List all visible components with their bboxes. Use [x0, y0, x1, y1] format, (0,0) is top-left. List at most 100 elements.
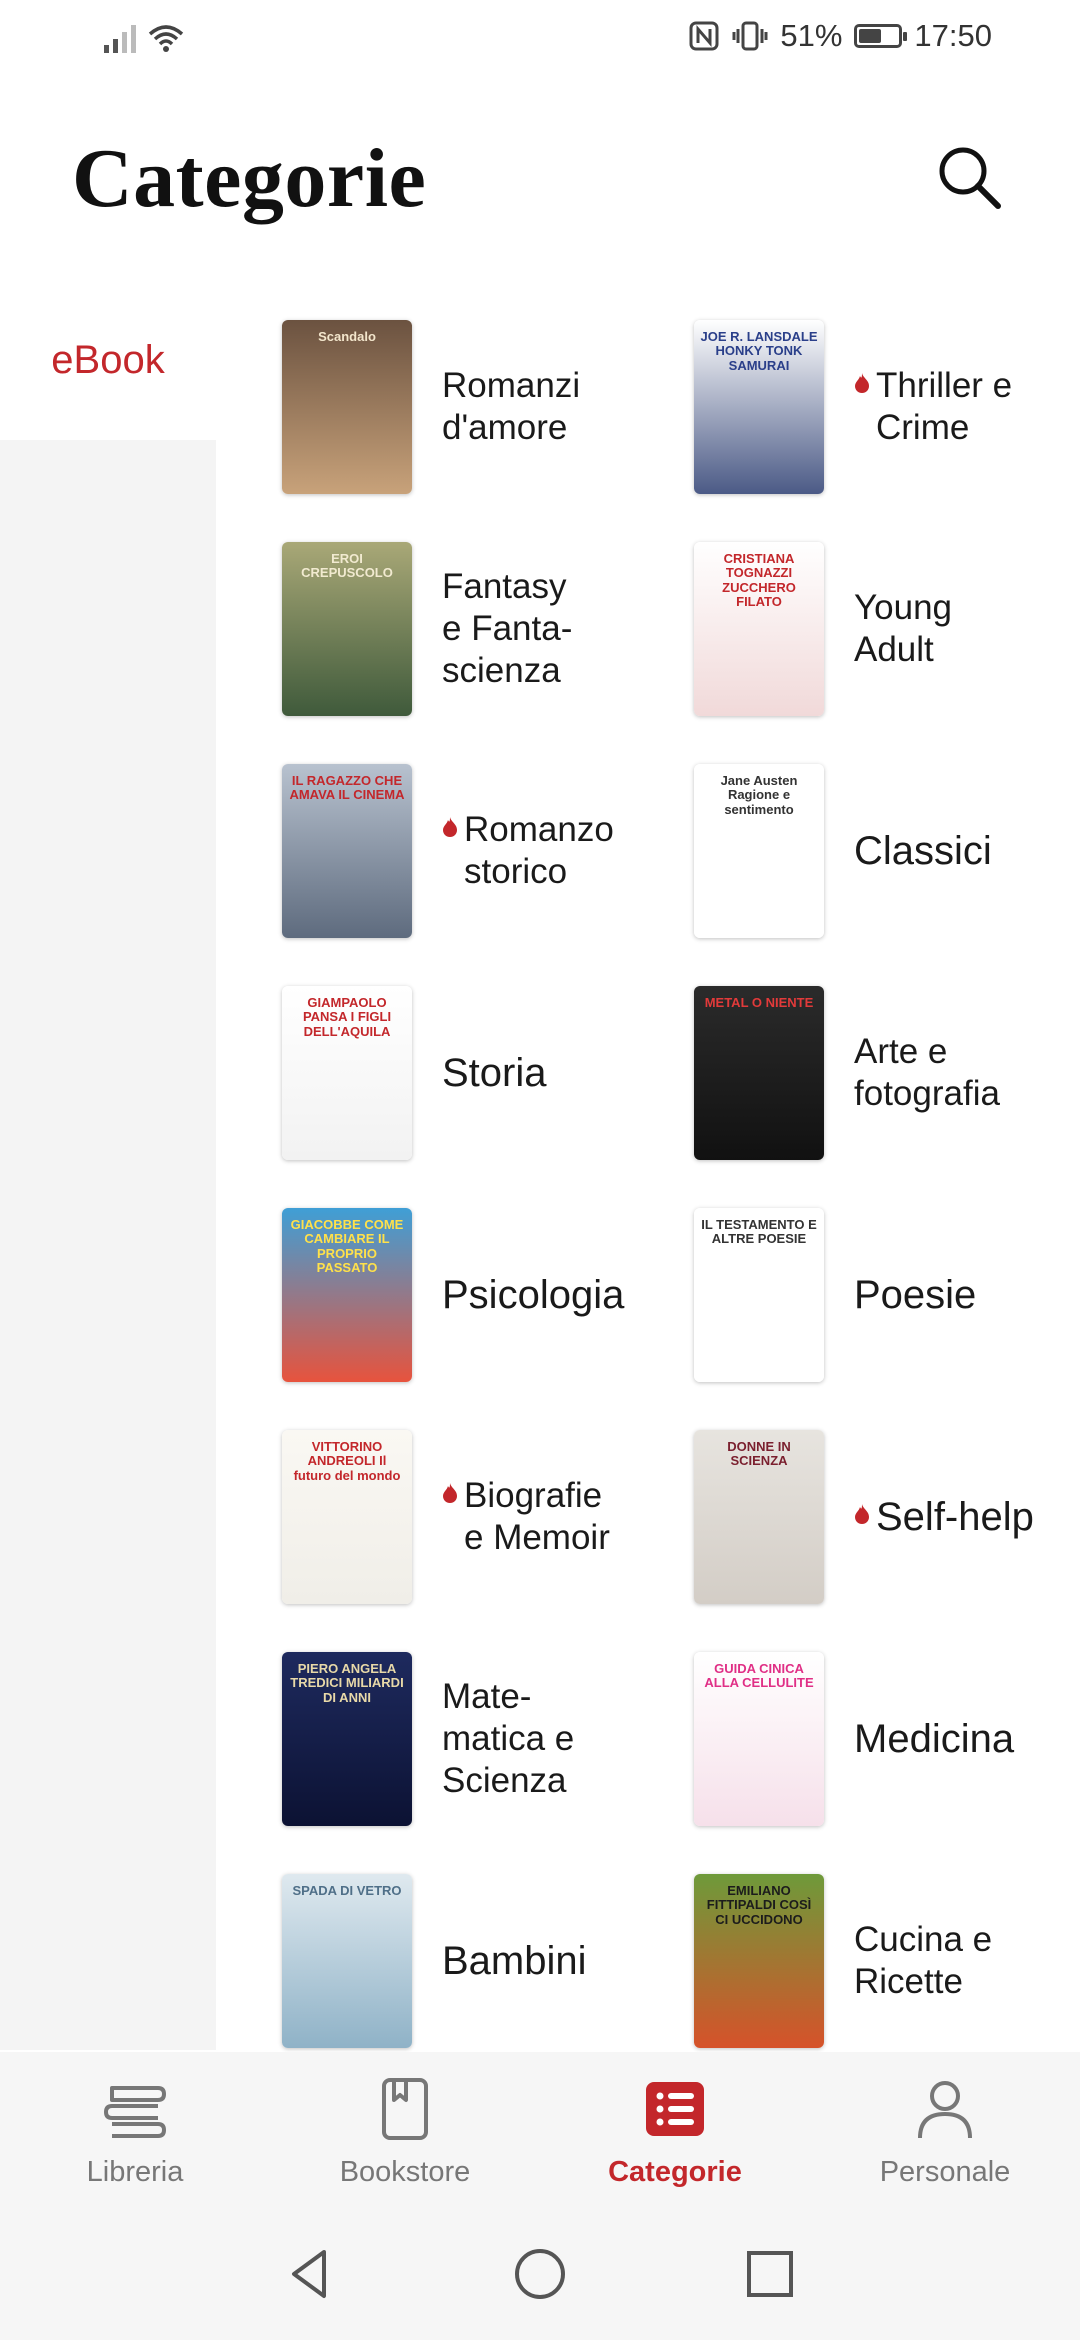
category-item[interactable]: GIACOBBE COME CAMBIARE IL PROPRIO PASSAT… [282, 1184, 694, 1406]
category-item[interactable]: GIAMPAOLO PANSA I FIGLI DELL'AQUILA Stori… [282, 962, 694, 1184]
category-label-wrap: Self-help [854, 1496, 1034, 1538]
category-label-wrap: Arte e fotografia [854, 1031, 1000, 1115]
nav-item-libreria[interactable]: Libreria [0, 2052, 270, 2212]
book-cover-title: PIERO ANGELA TREDICI MILIARDI DI ANNI [290, 1661, 404, 1705]
category-label-wrap: Young Adult [854, 587, 952, 671]
category-item[interactable]: IL TESTAMENTO E ALTRE POESIE Poesie [694, 1184, 1062, 1406]
page-title: Categorie [72, 132, 427, 225]
category-item[interactable]: IL RAGAZZO CHE AMAVA IL CINEMA Romanzo st… [282, 740, 694, 962]
search-button[interactable] [930, 138, 1010, 218]
nav-label: Personale [879, 2156, 1011, 2188]
battery-percent: 51% [780, 18, 843, 53]
category-label: Classici [854, 829, 992, 873]
sidebar-item-label: eBook [51, 337, 165, 382]
book-cover-title: EROI CREPUSCOLO [301, 551, 393, 581]
book-cover-title: Scandalo [318, 329, 376, 344]
category-item[interactable]: EMILIANO FITTIPALDI COSÌ CI UCCIDONO Cuci… [694, 1850, 1062, 2072]
category-item[interactable]: EROI CREPUSCOLO Fantasy e Fanta- scienza [282, 518, 694, 740]
battery-icon [854, 24, 908, 48]
category-item[interactable]: DONNE IN SCIENZA Self-help [694, 1406, 1062, 1628]
category-label-wrap: Psicologia [442, 1274, 624, 1316]
nav-label: Categorie [608, 2156, 742, 2188]
book-cover: EMILIANO FITTIPALDI COSÌ CI UCCIDONO [694, 1874, 824, 2048]
book-cover-title: EMILIANO FITTIPALDI COSÌ CI UCCIDONO [706, 1883, 812, 1927]
book-cover: SPADA DI VETRO [282, 1874, 412, 2048]
category-label: Self-help [876, 1495, 1034, 1539]
book-cover: JOE R. LANSDALE HONKY TONK SAMURAI [694, 320, 824, 494]
category-label: Psicologia [442, 1273, 625, 1317]
nfc-icon [689, 21, 719, 51]
book-cover: IL RAGAZZO CHE AMAVA IL CINEMA [282, 764, 412, 938]
book-cover-title: IL TESTAMENTO E ALTRE POESIE [701, 1217, 817, 1247]
category-label: Cucina e Ricette [854, 1920, 993, 2001]
flame-icon [443, 817, 457, 837]
person-icon [918, 2081, 972, 2139]
category-item[interactable]: VITTORINO ANDREOLI Il futuro del mondo Bi… [282, 1406, 694, 1628]
flame-icon [855, 1504, 869, 1524]
book-cover-title: VITTORINO ANDREOLI Il futuro del mondo [293, 1439, 401, 1483]
category-label-wrap: Classici [854, 830, 992, 872]
category-label: Young Adult [854, 588, 952, 669]
vibrate-icon [732, 21, 768, 51]
category-item[interactable]: Jane Austen Ragione e sentimento Classici [694, 740, 1062, 962]
book-cover-title: JOE R. LANSDALE HONKY TONK SAMURAI [700, 329, 818, 373]
nav-label: Bookstore [339, 2156, 471, 2188]
nav-label: Libreria [86, 2156, 184, 2188]
book-cover: CRISTIANA TOGNAZZI ZUCCHERO FILATO [694, 542, 824, 716]
category-item[interactable]: SPADA DI VETRO Bambini [282, 1850, 694, 2072]
flame-icon [855, 373, 869, 393]
category-label: Medicina [854, 1717, 1015, 1761]
home-icon[interactable] [510, 2244, 570, 2304]
category-label-wrap: Storia [442, 1052, 547, 1094]
book-cover: Scandalo [282, 320, 412, 494]
category-label: Biografie e Memoir [464, 1476, 610, 1557]
book-cover: DONNE IN SCIENZA [694, 1430, 824, 1604]
book-cover-title: METAL O NIENTE [704, 995, 814, 1010]
book-cover-title: SPADA DI VETRO [292, 1883, 402, 1898]
back-icon[interactable] [280, 2244, 340, 2304]
category-label-wrap: Thriller e Crime [854, 365, 1012, 449]
sidebar-item-ebook[interactable]: eBook [0, 280, 216, 440]
flame-icon [443, 1483, 457, 1503]
book-cover: METAL O NIENTE [694, 986, 824, 1160]
category-label: Mate- matica e Scienza [442, 1677, 575, 1800]
recents-icon[interactable] [740, 2244, 800, 2304]
status-left [104, 22, 186, 54]
book-cover-title: GIAMPAOLO PANSA I FIGLI DELL'AQUILA [302, 995, 392, 1039]
search-icon [939, 147, 1001, 209]
category-item[interactable]: PIERO ANGELA TREDICI MILIARDI DI ANNI Mat… [282, 1628, 694, 1850]
category-label: Arte e fotografia [854, 1032, 1000, 1113]
book-cover: EROI CREPUSCOLO [282, 542, 412, 716]
category-label: Romanzi d'amore [442, 366, 581, 447]
system-nav-bar [0, 2212, 1080, 2340]
category-label-wrap: Biografie e Memoir [442, 1475, 610, 1559]
category-sidebar: eBook [0, 280, 216, 2050]
category-label-wrap: Romanzo storico [442, 809, 614, 893]
category-label-wrap: Cucina e Ricette [854, 1919, 992, 2003]
category-item[interactable]: Scandalo Romanzi d'amore [282, 296, 694, 518]
book-cover: GUIDA CINICA ALLA CELLULITE [694, 1652, 824, 1826]
status-bar: 51% 17:50 [0, 0, 1080, 84]
category-label: Storia [442, 1051, 547, 1095]
book-cover: GIAMPAOLO PANSA I FIGLI DELL'AQUILA [282, 986, 412, 1160]
category-item[interactable]: GUIDA CINICA ALLA CELLULITE Medicina [694, 1628, 1062, 1850]
book-icon [382, 2078, 428, 2140]
book-cover-title: DONNE IN SCIENZA [727, 1439, 791, 1469]
book-cover-title: Jane Austen Ragione e sentimento [720, 773, 798, 817]
category-label-wrap: Medicina [854, 1718, 1014, 1760]
category-item[interactable]: CRISTIANA TOGNAZZI ZUCCHERO FILATO Young … [694, 518, 1062, 740]
clock: 17:50 [914, 18, 992, 53]
category-label-wrap: Bambini [442, 1940, 587, 1982]
category-item[interactable]: JOE R. LANSDALE HONKY TONK SAMURAI Thrill… [694, 296, 1062, 518]
category-label: Poesie [854, 1273, 977, 1317]
category-label-wrap: Mate- matica e Scienza [442, 1676, 574, 1802]
status-right: 51% 17:50 [688, 18, 992, 54]
categories-icon [646, 2082, 704, 2136]
signal-icon [104, 23, 136, 53]
nav-item-bookstore[interactable]: Bookstore [270, 2052, 540, 2212]
category-label: Romanzo storico [464, 810, 614, 891]
wifi-icon [148, 25, 184, 52]
nav-item-categorie[interactable]: Categorie [540, 2052, 810, 2212]
category-item[interactable]: METAL O NIENTE Arte e fotografia [694, 962, 1062, 1184]
nav-item-personale[interactable]: Personale [810, 2052, 1080, 2212]
